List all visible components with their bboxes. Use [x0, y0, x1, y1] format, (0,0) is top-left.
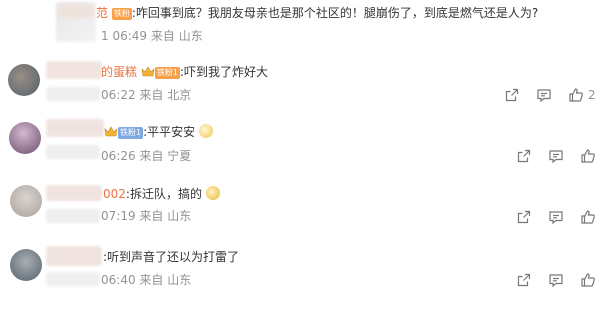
blurred-username	[46, 246, 102, 266]
comment-from: 来自	[150, 29, 175, 43]
emoji-icon	[205, 186, 220, 200]
blurred-time-prefix	[46, 87, 100, 101]
comment-username[interactable]: 002	[103, 187, 126, 201]
fan-badge: 铁粉1	[118, 127, 144, 139]
fan-badge: 铁粉	[111, 8, 132, 20]
comment-time: 06:22	[101, 88, 136, 102]
share-icon[interactable]	[516, 148, 532, 164]
emoji-icon	[198, 124, 213, 138]
comment-icon[interactable]	[536, 87, 552, 103]
comment-from: 来自	[139, 209, 164, 223]
blurred-time-prefix	[46, 272, 100, 286]
comment-text: 拆迁队，搞的	[129, 187, 202, 201]
share-icon[interactable]	[504, 87, 520, 103]
avatar[interactable]	[10, 185, 42, 217]
comment-item: 002:拆迁队，搞的 07:19 来自 山东	[0, 177, 600, 237]
comment-time: 07:19	[101, 209, 136, 223]
blurred-username	[46, 119, 104, 137]
comment-text: 咋回事到底？我朋友母亲也是那个社区的！腿崩伤了，到底是燃气还是人为?	[135, 6, 539, 20]
comment-icon[interactable]	[548, 209, 564, 225]
comment-icon[interactable]	[548, 272, 564, 288]
avatar[interactable]	[8, 64, 40, 96]
comment-location: 宁夏	[167, 149, 192, 163]
blurred-username	[46, 185, 102, 201]
like-icon[interactable]	[580, 272, 596, 288]
comment-icon[interactable]	[548, 148, 564, 164]
comment-username[interactable]: 的蛋糕	[101, 65, 137, 79]
comment-text: 听到声音了还以为打雷了	[107, 250, 240, 264]
comment-time: 1 06:49	[101, 29, 148, 43]
like-icon[interactable]	[580, 209, 596, 225]
comment-item: :听到声音了还以为打雷了 06:40 来自 山东	[0, 240, 600, 300]
like-icon[interactable]	[568, 87, 584, 103]
comment-location: 北京	[167, 88, 192, 102]
share-icon[interactable]	[516, 272, 532, 288]
blurred-time-prefix	[46, 145, 100, 159]
share-icon[interactable]	[516, 209, 532, 225]
fan-badge: 铁粉1	[154, 67, 180, 79]
crown-icon	[104, 125, 118, 137]
comment-text: 吓到我了炸好大	[183, 65, 268, 79]
blurred-username	[46, 61, 102, 79]
avatar[interactable]	[9, 122, 41, 154]
comment-location: 山东	[167, 273, 192, 287]
comment-item: 铁粉1:平平安安 06:26 来自 宁夏	[0, 115, 600, 175]
comment-item: 的蛋糕 铁粉1:吓到我了炸好大 06:22 来自 北京 2	[0, 55, 600, 110]
comment-location: 山东	[167, 209, 192, 223]
like-count: 2	[588, 88, 596, 102]
comment-text: 平平安安	[147, 125, 196, 139]
blurred-time-prefix	[46, 209, 100, 223]
comment-location: 山东	[178, 29, 203, 43]
comment-username[interactable]: 范	[96, 6, 108, 20]
crown-icon	[141, 65, 155, 77]
like-icon[interactable]	[580, 148, 596, 164]
comment-time: 06:40	[101, 273, 136, 287]
blurred-username	[58, 4, 94, 18]
avatar[interactable]	[10, 249, 42, 281]
comment-time: 06:26	[101, 149, 136, 163]
comment-from: 来自	[139, 273, 164, 287]
comment-from: 来自	[139, 149, 164, 163]
comment-from: 来自	[139, 88, 164, 102]
comment-item: 范 铁粉:咋回事到底？我朋友母亲也是那个社区的！腿崩伤了，到底是燃气还是人为? …	[0, 0, 600, 50]
